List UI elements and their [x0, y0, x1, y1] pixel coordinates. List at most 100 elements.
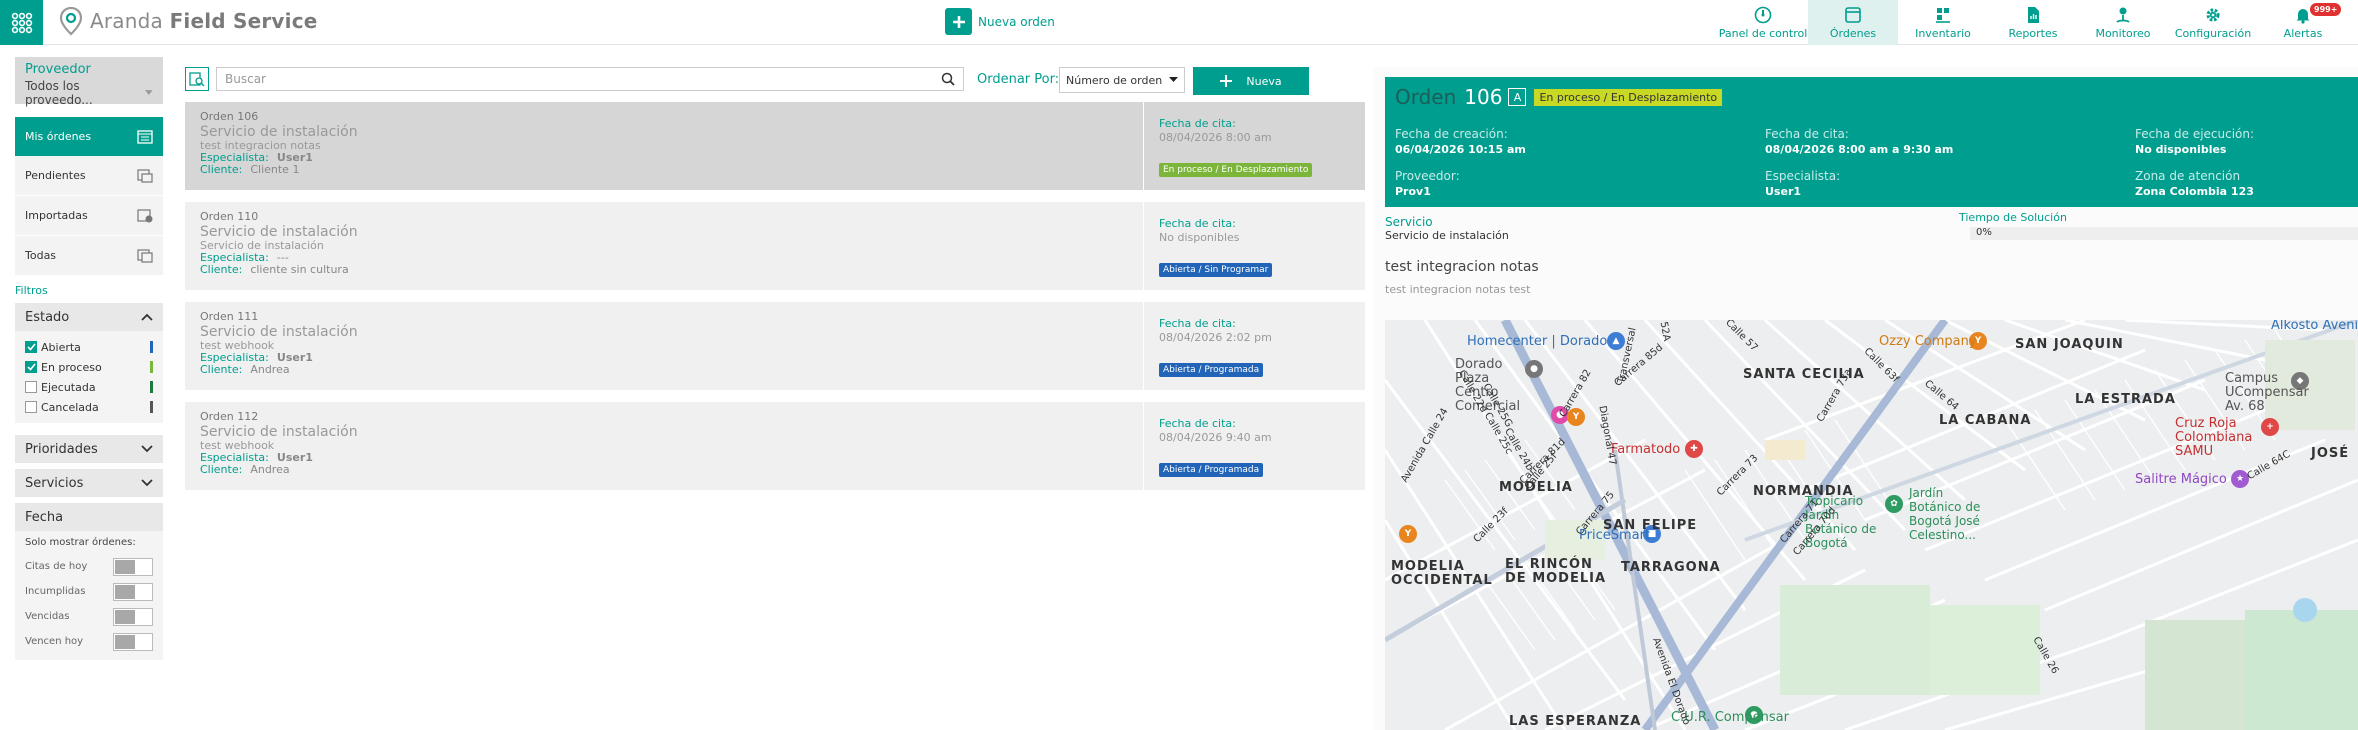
toggle-incumplidas[interactable]: Incumplidas	[25, 579, 153, 604]
area-label: JOSÉ	[2311, 446, 2350, 461]
plus-icon	[945, 8, 972, 35]
area-label: SAN FELIPE	[1603, 518, 1698, 533]
execution-date-field: Fecha de ejecución: No disponibles	[2135, 127, 2255, 156]
checkbox-checked[interactable]	[25, 341, 37, 353]
estado-cancelada-checkbox[interactable]: Cancelada	[25, 397, 153, 417]
estado-section-header[interactable]: Estado	[15, 303, 163, 331]
search-input[interactable]: Buscar	[216, 67, 964, 91]
food-map-marker[interactable]: Y	[1399, 525, 1417, 543]
checkbox-checked[interactable]	[25, 361, 37, 373]
app-name: Aranda Field Service	[90, 9, 318, 33]
estado-en-proceso-checkbox[interactable]: En proceso	[25, 357, 153, 377]
order-number: Orden 110	[200, 210, 259, 223]
order-service: Servicio de instalación	[200, 324, 358, 340]
section-title: Estado	[25, 309, 70, 325]
nav-label: Monitoreo	[2095, 27, 2151, 40]
search-icon[interactable]	[941, 72, 955, 86]
toggle-switch[interactable]	[113, 632, 153, 651]
pharmacy-map-marker[interactable]: ✚	[1685, 440, 1703, 458]
status-badge: Abierta / Programada	[1159, 363, 1264, 377]
status-badge: En proceso / En Desplazamiento	[1534, 88, 1723, 106]
order-detail-header: Orden 106 A En proceso / En Desplazamien…	[1385, 77, 2358, 207]
provider-selector[interactable]: Proveedor Todos los proveedo...	[15, 57, 163, 107]
poi-label: Jardín Botánico de Bogotá José Celestino…	[1909, 486, 1981, 542]
sidebar-item-mis-ordenes[interactable]: Mis órdenes	[15, 117, 163, 156]
estado-ejecutada-checkbox[interactable]: Ejecutada	[25, 377, 153, 397]
area-label: LA CABANA	[1939, 413, 2032, 428]
nav-label: Configuración	[2174, 27, 2252, 40]
order-card[interactable]: Orden 110 Servicio de instalación Servic…	[185, 202, 1365, 290]
app-logo[interactable]: Aranda Field Service	[58, 6, 318, 36]
location-pin-logo-icon	[59, 6, 83, 36]
chevron-up-icon	[141, 313, 153, 321]
solution-time-label: Tiempo de Solución	[1959, 211, 2067, 224]
toggle-vencidas[interactable]: Vencidas	[25, 604, 153, 629]
new-order-list-button[interactable]: Nueva	[1193, 67, 1309, 95]
appointment-date: 08/04/2026 9:40 am	[1159, 431, 1272, 444]
toggle-label: Citas de hoy	[25, 561, 88, 572]
prioridades-section-header[interactable]: Prioridades	[15, 435, 163, 463]
order-by-label: Ordenar Por:	[977, 72, 1060, 87]
toggle-switch[interactable]	[113, 557, 153, 576]
nav-configuracion[interactable]: Configuración	[2168, 0, 2258, 45]
poi-label: Cruz Roja Colombiana SAMU	[2175, 416, 2253, 459]
mall-map-marker[interactable]: ●	[1525, 360, 1543, 378]
order-client: Cliente: cliente sin cultura	[200, 263, 349, 276]
toggle-citas-de-hoy[interactable]: Citas de hoy	[25, 554, 153, 579]
sidebar-item-label: Mis órdenes	[25, 130, 92, 143]
area-label: LAS ESPERANZA	[1509, 714, 1642, 729]
sidebar-item-pendientes[interactable]: Pendientes	[15, 156, 163, 196]
notes-text: test integracion notas test	[1385, 283, 1531, 296]
nav-panel-de-control[interactable]: Panel de control	[1718, 0, 1808, 45]
new-order-button[interactable]: Nueva orden	[945, 8, 1055, 35]
nav-inventario[interactable]: Inventario	[1898, 0, 1988, 45]
order-card[interactable]: Orden 112 Servicio de instalación test w…	[185, 402, 1365, 490]
toggle-switch[interactable]	[113, 607, 153, 626]
status-color-marker	[150, 361, 153, 373]
list-toolbar: Buscar Ordenar Por: Número de orden Nuev…	[185, 67, 1309, 95]
order-by-select[interactable]: Número de orden	[1059, 67, 1185, 93]
nav-label: Panel de control	[1718, 27, 1808, 40]
list-view-button[interactable]	[185, 67, 209, 91]
nav-ordenes[interactable]: Órdenes	[1808, 0, 1898, 45]
garden-map-marker[interactable]: ✿	[1885, 495, 1903, 513]
calendar-icon	[137, 129, 153, 144]
status-badge: En proceso / En Desplazamiento	[1159, 163, 1313, 177]
service-value: Servicio de instalación	[1385, 229, 1509, 242]
toggle-label: Vencidas	[25, 611, 70, 622]
fecha-options: Solo mostrar órdenes: Citas de hoy Incum…	[15, 531, 163, 660]
fecha-section-header[interactable]: Fecha	[15, 503, 163, 531]
monitoring-icon	[2116, 7, 2130, 23]
estado-abierta-checkbox[interactable]: Abierta	[25, 337, 153, 357]
poi-label: Salitre Mágico	[2135, 472, 2227, 487]
sidebar-item-todas[interactable]: Todas	[15, 236, 163, 276]
poi-label: Ozzy Company	[1879, 334, 1977, 349]
hospital-map-marker[interactable]: +	[2261, 418, 2279, 436]
toggle-switch[interactable]	[113, 582, 153, 601]
chevron-down-icon	[141, 479, 153, 487]
order-title-word: Orden	[1395, 85, 1457, 109]
checkbox-label: Cancelada	[41, 400, 99, 414]
servicios-section-header[interactable]: Servicios	[15, 469, 163, 497]
location-map[interactable]: ▲ Homecenter | Dorado ● Dorado Plaza Cen…	[1385, 320, 2358, 730]
checkbox-unchecked[interactable]	[25, 401, 37, 413]
section-title: Fecha	[25, 509, 64, 525]
checkbox-unchecked[interactable]	[25, 381, 37, 393]
status-badge: Abierta / Programada	[1159, 463, 1264, 477]
appointment-date: 08/04/2026 2:02 pm	[1159, 331, 1272, 344]
order-card[interactable]: Orden 111 Servicio de instalación test w…	[185, 302, 1365, 390]
chevron-down-icon	[141, 445, 153, 453]
order-number: Orden 112	[200, 410, 259, 423]
provider-label: Proveedor	[25, 62, 91, 77]
status-badge: Abierta / Sin Programar	[1159, 263, 1273, 277]
nav-monitoreo[interactable]: Monitoreo	[2078, 0, 2168, 45]
nav-alertas[interactable]: 999+ Alertas	[2258, 0, 2348, 45]
main-nav: Panel de control Órdenes Inventario Repo…	[1718, 0, 2348, 45]
nav-label: Inventario	[1915, 27, 1971, 40]
service-field: Servicio Servicio de instalación	[1385, 215, 1509, 242]
nav-reportes[interactable]: Reportes	[1988, 0, 2078, 45]
apps-grid-button[interactable]	[0, 0, 43, 45]
sidebar-item-importadas[interactable]: Importadas	[15, 196, 163, 236]
toggle-vencen-hoy[interactable]: Vencen hoy	[25, 629, 153, 654]
order-card[interactable]: Orden 106 Servicio de instalación test i…	[185, 102, 1365, 190]
